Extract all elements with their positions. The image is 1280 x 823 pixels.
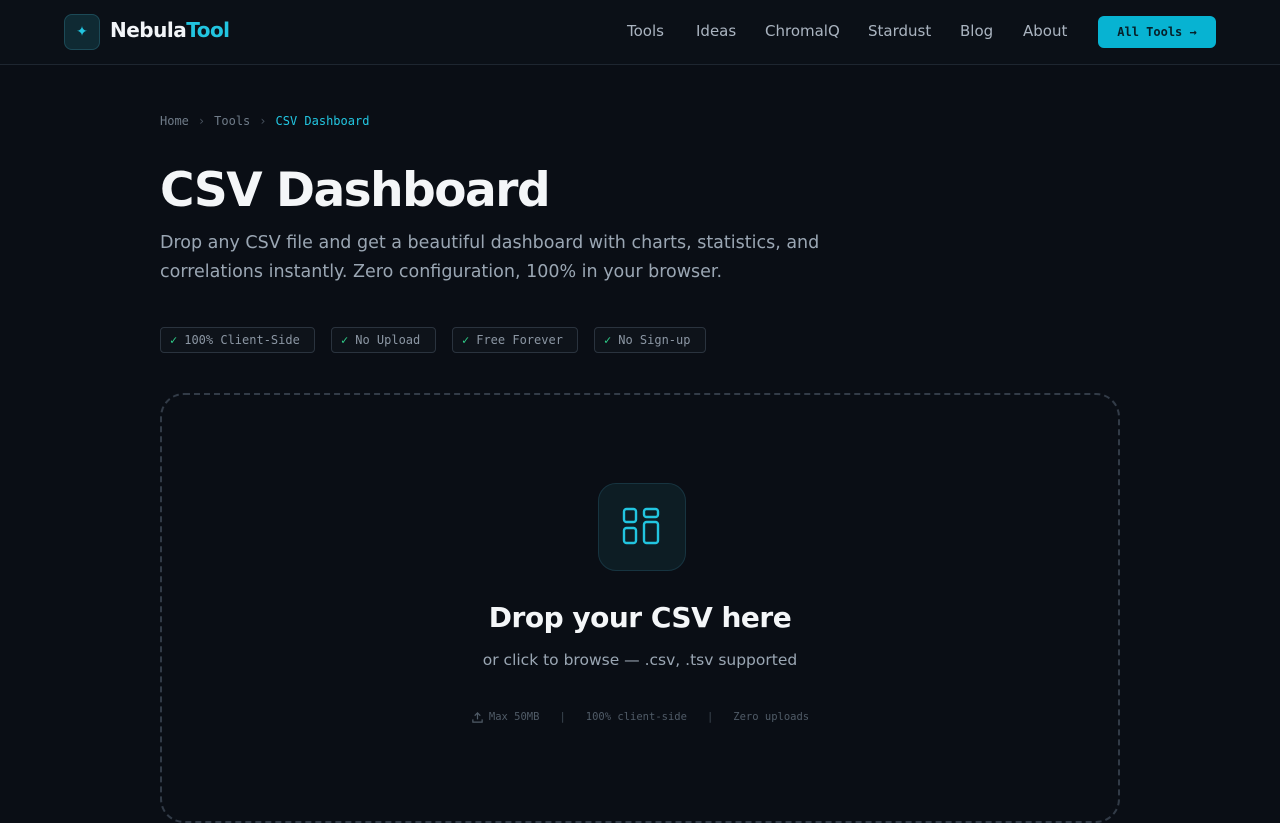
badge-label: 100% Client-Side: [184, 333, 300, 347]
dashboard-layout-icon: [598, 483, 686, 571]
badge-label: No Sign-up: [618, 333, 691, 347]
dropzone-title: Drop your CSV here: [488, 601, 792, 634]
breadcrumb-tools[interactable]: Tools: [214, 114, 250, 128]
site-header: ✦ NebulaTool Tools Ideas ChromalQ Stardu…: [0, 0, 1280, 65]
meta-separator: |: [706, 711, 714, 723]
nav-ideas[interactable]: Ideas: [696, 22, 736, 40]
nav-stardust[interactable]: Stardust: [868, 22, 931, 40]
check-icon: ✓: [604, 333, 612, 347]
chevron-right-icon: ›: [197, 114, 206, 128]
csv-dropzone[interactable]: Drop your CSV here or click to browse — …: [160, 393, 1120, 823]
badge-no-upload: ✓ No Upload: [331, 327, 436, 353]
page-title: CSV Dashboard: [160, 163, 551, 218]
badge-client-side: ✓ 100% Client-Side: [160, 327, 315, 353]
check-icon: ✓: [341, 333, 349, 347]
breadcrumb: Home › Tools › CSV Dashboard: [160, 113, 369, 129]
meta-separator: |: [559, 711, 566, 723]
check-icon: ✓: [170, 333, 178, 347]
nav-chromaiq[interactable]: ChromalQ: [765, 22, 840, 40]
nav-blog[interactable]: Blog: [960, 22, 993, 40]
breadcrumb-current: CSV Dashboard: [275, 114, 370, 128]
main-nav: Tools Ideas ChromalQ Stardust Blog About: [0, 22, 1280, 42]
dropzone-subtitle: or click to browse — .csv, .tsv supporte…: [482, 651, 798, 669]
badge-free-forever: ✓ Free Forever: [452, 327, 578, 353]
badge-no-signup: ✓ No Sign-up: [594, 327, 706, 353]
chevron-right-icon: ›: [259, 114, 267, 128]
dropzone-meta: Max 50MB | 100% client-side | Zero uploa…: [162, 709, 1118, 725]
page-subtitle: Drop any CSV file and get a beautiful da…: [160, 233, 820, 282]
badge-label: Free Forever: [476, 333, 563, 347]
check-icon: ✓: [462, 333, 470, 347]
meta-client-side: 100% client-side: [585, 711, 687, 723]
all-tools-button[interactable]: All Tools →: [1098, 16, 1216, 48]
meta-zero-uploads: Zero uploads: [733, 711, 810, 723]
meta-max-size: Max 50MB: [488, 711, 540, 723]
nav-tools[interactable]: Tools: [627, 22, 664, 40]
upload-icon: [472, 711, 483, 723]
badge-label: No Upload: [355, 333, 421, 347]
nav-about[interactable]: About: [1023, 22, 1067, 40]
breadcrumb-home[interactable]: Home: [160, 114, 189, 128]
